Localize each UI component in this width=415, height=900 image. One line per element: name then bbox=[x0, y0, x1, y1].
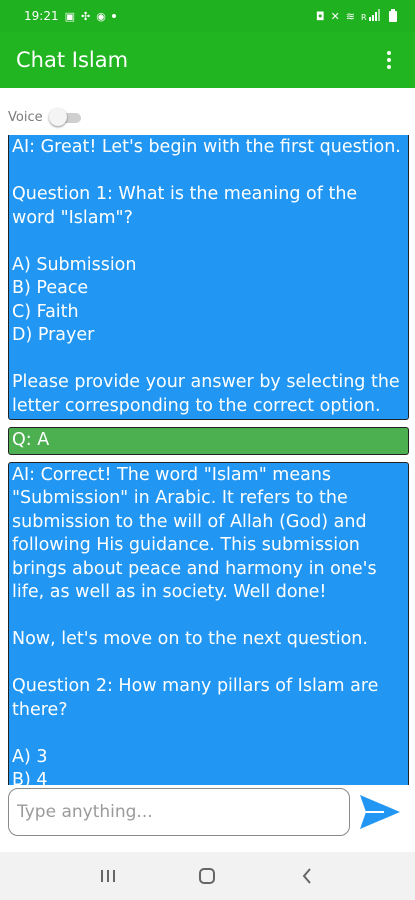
app-title: Chat Islam bbox=[16, 48, 129, 72]
status-bar-right: ◘ ✕ ≋ R bbox=[315, 8, 397, 24]
send-icon bbox=[360, 795, 400, 829]
more-notifications-icon bbox=[111, 14, 116, 18]
voice-switch-thumb bbox=[48, 108, 67, 126]
wifi-icon: ≋ bbox=[345, 9, 355, 23]
voice-toggle-row: Voice bbox=[8, 106, 83, 128]
gallery-notification-icon: ▣ bbox=[64, 9, 75, 23]
signal-bars-icon: R bbox=[361, 9, 380, 22]
status-time: 19:21 bbox=[24, 9, 59, 23]
recent-apps-button[interactable] bbox=[88, 856, 128, 896]
back-icon bbox=[302, 868, 311, 884]
battery-icon bbox=[389, 8, 397, 24]
chat-list[interactable]: AI: Great! Let's begin with the first qu… bbox=[8, 135, 409, 785]
ai-message: AI: Correct! The word "Islam" means "Sub… bbox=[8, 461, 409, 785]
send-button[interactable] bbox=[356, 788, 404, 836]
composer bbox=[8, 787, 409, 837]
signal-icon: R bbox=[361, 9, 383, 23]
user-message: Q: A bbox=[8, 427, 409, 455]
signal-roaming-label: R bbox=[361, 13, 367, 21]
home-button[interactable] bbox=[187, 856, 227, 896]
pinwheel-notification-icon: ✣ bbox=[81, 9, 91, 23]
app-bar: Chat Islam bbox=[0, 32, 415, 88]
voice-switch[interactable] bbox=[48, 107, 83, 127]
more-vert-icon[interactable] bbox=[377, 44, 401, 76]
message-input[interactable] bbox=[8, 788, 350, 836]
app-notification-icon: ◉ bbox=[96, 9, 106, 23]
back-button[interactable] bbox=[287, 856, 327, 896]
system-nav-bar bbox=[0, 852, 415, 900]
status-bar: 19:21 ▣ ✣ ◉ ◘ ✕ ≋ R bbox=[0, 0, 415, 32]
mute-icon: ✕ bbox=[330, 9, 340, 23]
alarm-icon: ◘ bbox=[315, 9, 325, 23]
voice-label: Voice bbox=[8, 109, 43, 125]
home-icon bbox=[199, 868, 216, 884]
status-bar-left: 19:21 ▣ ✣ ◉ bbox=[24, 9, 116, 23]
recent-apps-icon bbox=[100, 870, 115, 882]
ai-message: AI: Great! Let's begin with the first qu… bbox=[8, 135, 409, 420]
